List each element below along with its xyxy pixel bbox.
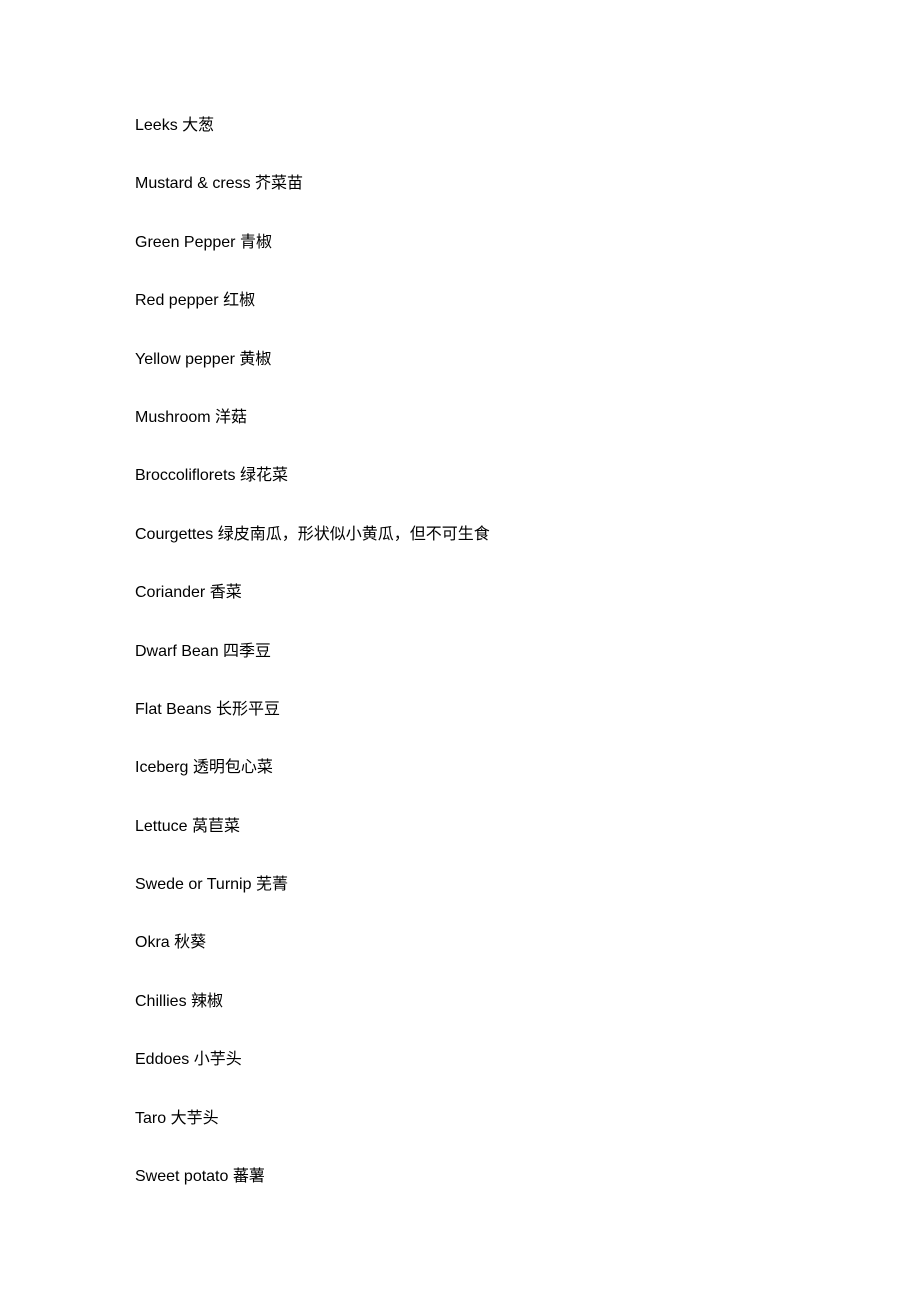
chinese-term: 红椒 bbox=[223, 292, 255, 309]
vocabulary-item: Iceberg 透明包心菜 bbox=[135, 757, 785, 779]
english-term: Green Pepper bbox=[135, 234, 236, 251]
english-term: Flat Beans bbox=[135, 701, 211, 718]
english-term: Swede or Turnip bbox=[135, 876, 252, 893]
chinese-term: 香菜 bbox=[210, 584, 242, 601]
chinese-term: 莴苣菜 bbox=[192, 818, 240, 835]
vocabulary-item: Sweet potato 蕃薯 bbox=[135, 1166, 785, 1188]
vocabulary-item: Leeks 大葱 bbox=[135, 115, 785, 137]
chinese-term: 黄椒 bbox=[239, 351, 271, 368]
chinese-term: 透明包心菜 bbox=[193, 759, 273, 776]
english-term: Broccoliflorets bbox=[135, 467, 235, 484]
english-term: Yellow pepper bbox=[135, 351, 235, 368]
chinese-term: 青椒 bbox=[240, 234, 272, 251]
english-term: Okra bbox=[135, 934, 170, 951]
vocabulary-item: Lettuce 莴苣菜 bbox=[135, 816, 785, 838]
vocabulary-item: Green Pepper 青椒 bbox=[135, 232, 785, 254]
vocabulary-item: Yellow pepper 黄椒 bbox=[135, 349, 785, 371]
chinese-term: 辣椒 bbox=[191, 993, 223, 1010]
english-term: Lettuce bbox=[135, 818, 187, 835]
chinese-term: 大芋头 bbox=[171, 1110, 219, 1127]
vocabulary-item: Swede or Turnip 芜菁 bbox=[135, 874, 785, 896]
chinese-term: 绿花菜 bbox=[240, 467, 288, 484]
english-term: Iceberg bbox=[135, 759, 188, 776]
vocabulary-item: Flat Beans 长形平豆 bbox=[135, 699, 785, 721]
chinese-term: 秋葵 bbox=[174, 934, 206, 951]
vocabulary-item: Eddoes 小芋头 bbox=[135, 1049, 785, 1071]
chinese-term: 洋菇 bbox=[215, 409, 247, 426]
english-term: Red pepper bbox=[135, 292, 219, 309]
chinese-term: 绿皮南瓜，形状似小黄瓜，但不可生食 bbox=[218, 526, 490, 543]
vocabulary-item: Okra 秋葵 bbox=[135, 932, 785, 954]
english-term: Mustard & cress bbox=[135, 175, 251, 192]
chinese-term: 芥菜苗 bbox=[255, 175, 303, 192]
vocabulary-item: Broccoliflorets 绿花菜 bbox=[135, 465, 785, 487]
vocabulary-item: Mushroom 洋菇 bbox=[135, 407, 785, 429]
vocabulary-item: Taro 大芋头 bbox=[135, 1108, 785, 1130]
chinese-term: 长形平豆 bbox=[216, 701, 280, 718]
vocabulary-item: Red pepper 红椒 bbox=[135, 290, 785, 312]
vocabulary-item: Dwarf Bean 四季豆 bbox=[135, 641, 785, 663]
english-term: Eddoes bbox=[135, 1051, 189, 1068]
document-content: Leeks 大葱 Mustard & cress 芥菜苗 Green Peppe… bbox=[0, 0, 920, 1284]
english-term: Chillies bbox=[135, 993, 187, 1010]
chinese-term: 蕃薯 bbox=[233, 1168, 265, 1185]
chinese-term: 小芋头 bbox=[194, 1051, 242, 1068]
english-term: Coriander bbox=[135, 584, 205, 601]
vocabulary-item: Chillies 辣椒 bbox=[135, 991, 785, 1013]
chinese-term: 大葱 bbox=[182, 117, 214, 134]
chinese-term: 芜菁 bbox=[256, 876, 288, 893]
vocabulary-item: Mustard & cress 芥菜苗 bbox=[135, 173, 785, 195]
english-term: Courgettes bbox=[135, 526, 213, 543]
english-term: Leeks bbox=[135, 117, 178, 134]
vocabulary-item: Courgettes 绿皮南瓜，形状似小黄瓜，但不可生食 bbox=[135, 524, 785, 546]
vocabulary-item: Coriander 香菜 bbox=[135, 582, 785, 604]
english-term: Sweet potato bbox=[135, 1168, 228, 1185]
english-term: Mushroom bbox=[135, 409, 211, 426]
chinese-term: 四季豆 bbox=[223, 643, 271, 660]
english-term: Taro bbox=[135, 1110, 166, 1127]
english-term: Dwarf Bean bbox=[135, 643, 219, 660]
